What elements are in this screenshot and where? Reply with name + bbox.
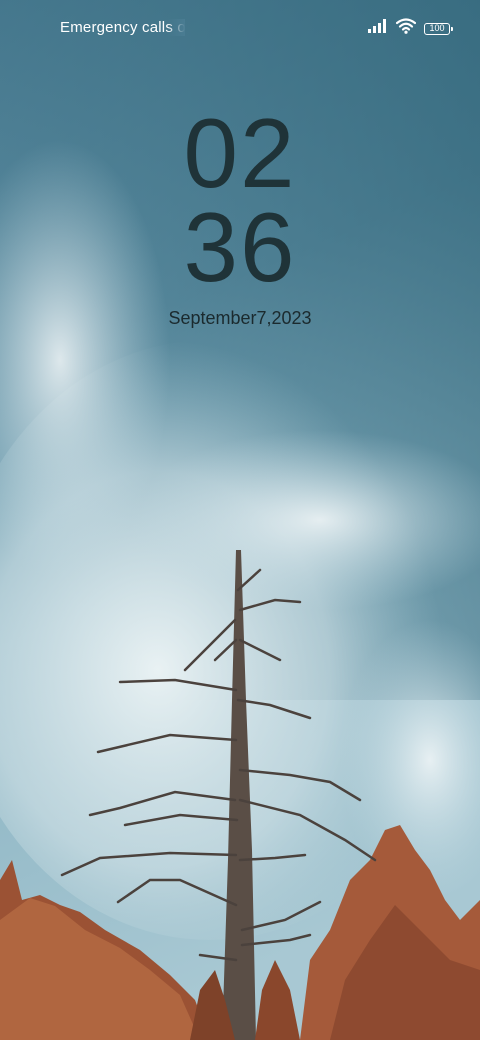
clock-hour: 02	[183, 98, 297, 208]
battery-level: 100	[429, 22, 445, 33]
status-icons: 100	[368, 18, 453, 39]
lock-screen-date: September7,2023	[168, 308, 312, 328]
signal-bars-icon	[368, 19, 388, 38]
status-bar: Emergency calls o 100	[0, 0, 480, 56]
clock-minute: 36	[183, 192, 297, 302]
wifi-icon	[395, 18, 417, 39]
battery-icon: 100	[424, 22, 453, 35]
emergency-calls-text: Emergency calls o	[60, 19, 185, 36]
